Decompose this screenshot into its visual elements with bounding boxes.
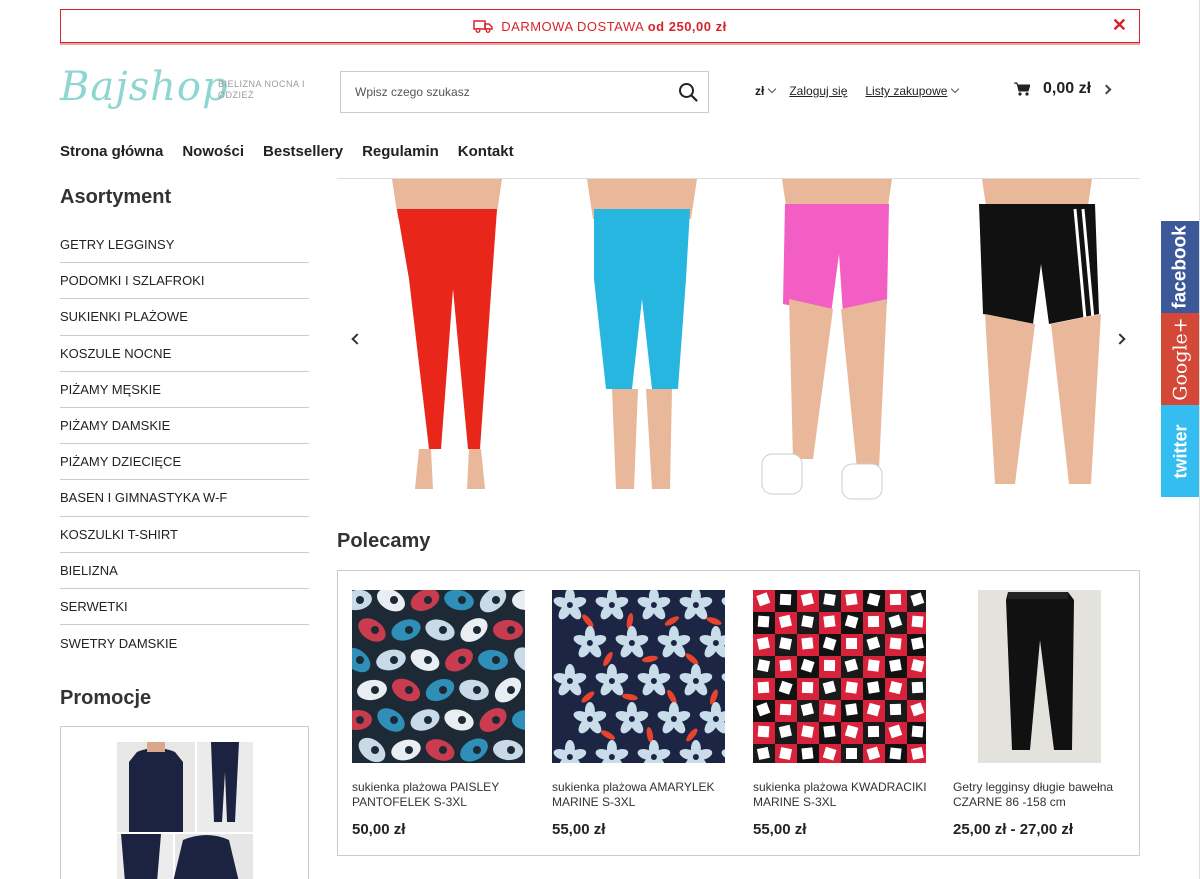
black-leggings-image (953, 590, 1126, 763)
product-card[interactable]: Getry legginsy długie bawełna CZARNE 86 … (939, 571, 1126, 855)
category-item[interactable]: BIELIZNA (60, 553, 309, 589)
product-price: 25,00 zł - 27,00 zł (953, 821, 1074, 838)
sidebar-title: Asortyment (60, 186, 172, 208)
truck-icon (473, 20, 494, 33)
leggings-banner-image (392, 179, 1101, 500)
category-item[interactable]: GETRY LEGGINSY (60, 227, 309, 264)
paisley-pattern (352, 590, 525, 763)
category-item[interactable]: PIŻAMY DAMSKIE (60, 408, 309, 445)
search-box (340, 71, 709, 113)
nav-home[interactable]: Strona główna (60, 143, 163, 160)
main-nav: Strona główna Nowości Bestsellery Regula… (60, 143, 533, 160)
logo-wordmark: Bajshop (60, 64, 229, 110)
category-item[interactable]: PIŻAMY DZIECIĘCE (60, 444, 309, 481)
promotion-product-card[interactable] (60, 726, 309, 879)
google-plus-tab[interactable]: Google+ (1161, 313, 1200, 405)
google-plus-label: Google+ (1169, 317, 1192, 401)
facebook-tab[interactable]: facebook (1161, 221, 1200, 313)
logo[interactable]: Bajshop BIELIZNA NOCNA I ODZIEŻ (60, 64, 305, 116)
product-image-leggings (953, 590, 1126, 763)
logo-tagline: BIELIZNA NOCNA I ODZIEŻ (218, 79, 306, 100)
cart-button[interactable]: 0,00 zł (1014, 80, 1112, 98)
product-name[interactable]: sukienka plażowa AMARYLEK MARINE S-3XL (552, 780, 727, 810)
product-image-kwadraciki (753, 590, 926, 763)
product-name[interactable]: sukienka plażowa PAISLEY PANTOFELEK S-3X… (352, 780, 527, 810)
product-price: 55,00 zł (753, 821, 807, 838)
nav-terms[interactable]: Regulamin (362, 143, 439, 160)
nav-contact[interactable]: Kontakt (458, 143, 514, 160)
close-icon[interactable]: ✕ (1112, 15, 1127, 36)
promotions-title: Promocje (60, 687, 152, 709)
category-item[interactable]: SUKIENKI PLAŻOWE (60, 299, 309, 336)
chevron-right-icon (1101, 84, 1112, 94)
product-card[interactable]: sukienka plażowa KWADRACIKI MARINE S-3XL… (739, 571, 927, 855)
nav-bestsellers[interactable]: Bestsellery (263, 143, 343, 160)
squares-pattern (753, 590, 926, 763)
product-card[interactable]: sukienka plażowa AMARYLEK MARINE S-3XL 5… (538, 571, 725, 855)
recommended-products: sukienka plażowa PAISLEY PANTOFELEK S-3X… (337, 570, 1140, 856)
category-item[interactable]: KOSZULE NOCNE (60, 336, 309, 372)
flower-pattern (552, 590, 725, 763)
twitter-label: twitter (1170, 424, 1190, 478)
twitter-tab[interactable]: twitter (1161, 405, 1200, 497)
category-item[interactable]: SWETRY DAMSKIE (60, 625, 309, 661)
product-name[interactable]: Getry legginsy długie bawełna CZARNE 86 … (953, 780, 1128, 810)
category-item[interactable]: KOSZULKI T-SHIRT (60, 517, 309, 553)
pajamas-product-image (117, 742, 253, 879)
hero-slider[interactable] (337, 179, 1140, 503)
product-price: 50,00 zł (352, 821, 406, 838)
category-item[interactable]: PODOMKI I SZLAFROKI (60, 263, 309, 300)
product-image-amarylek (552, 590, 725, 763)
category-item[interactable]: SERWETKI (60, 589, 309, 626)
product-price: 55,00 zł (552, 821, 606, 838)
product-image-paisley (352, 590, 525, 763)
product-name[interactable]: sukienka plażowa KWADRACIKI MARINE S-3XL (753, 780, 928, 810)
cart-icon (1014, 82, 1030, 96)
category-item[interactable]: PIŻAMY MĘSKIE (60, 372, 309, 408)
category-item[interactable]: BASEN I GIMNASTYKA W-F (60, 480, 309, 517)
shopping-lists-link[interactable]: Listy zakupowe (865, 84, 958, 98)
header-links: zł Zaloguj się Listy zakupowe (755, 84, 976, 98)
recommended-title: Polecamy (337, 530, 431, 552)
cart-amount: 0,00 zł (1043, 80, 1092, 97)
login-link[interactable]: Zaloguj się (789, 84, 847, 98)
search-input[interactable] (341, 72, 661, 112)
free-shipping-text: DARMOWA DOSTAWA od 250,00 zł (501, 18, 727, 34)
category-list: GETRY LEGGINSY PODOMKI I SZLAFROKI SUKIE… (60, 227, 309, 661)
facebook-label: facebook (1169, 225, 1191, 309)
free-shipping-banner: DARMOWA DOSTAWA od 250,00 zł ✕ (60, 9, 1140, 43)
currency-select[interactable]: zł (755, 84, 775, 98)
product-card[interactable]: sukienka plażowa PAISLEY PANTOFELEK S-3X… (338, 571, 525, 855)
search-icon[interactable] (678, 82, 698, 102)
nav-new[interactable]: Nowości (182, 143, 244, 160)
